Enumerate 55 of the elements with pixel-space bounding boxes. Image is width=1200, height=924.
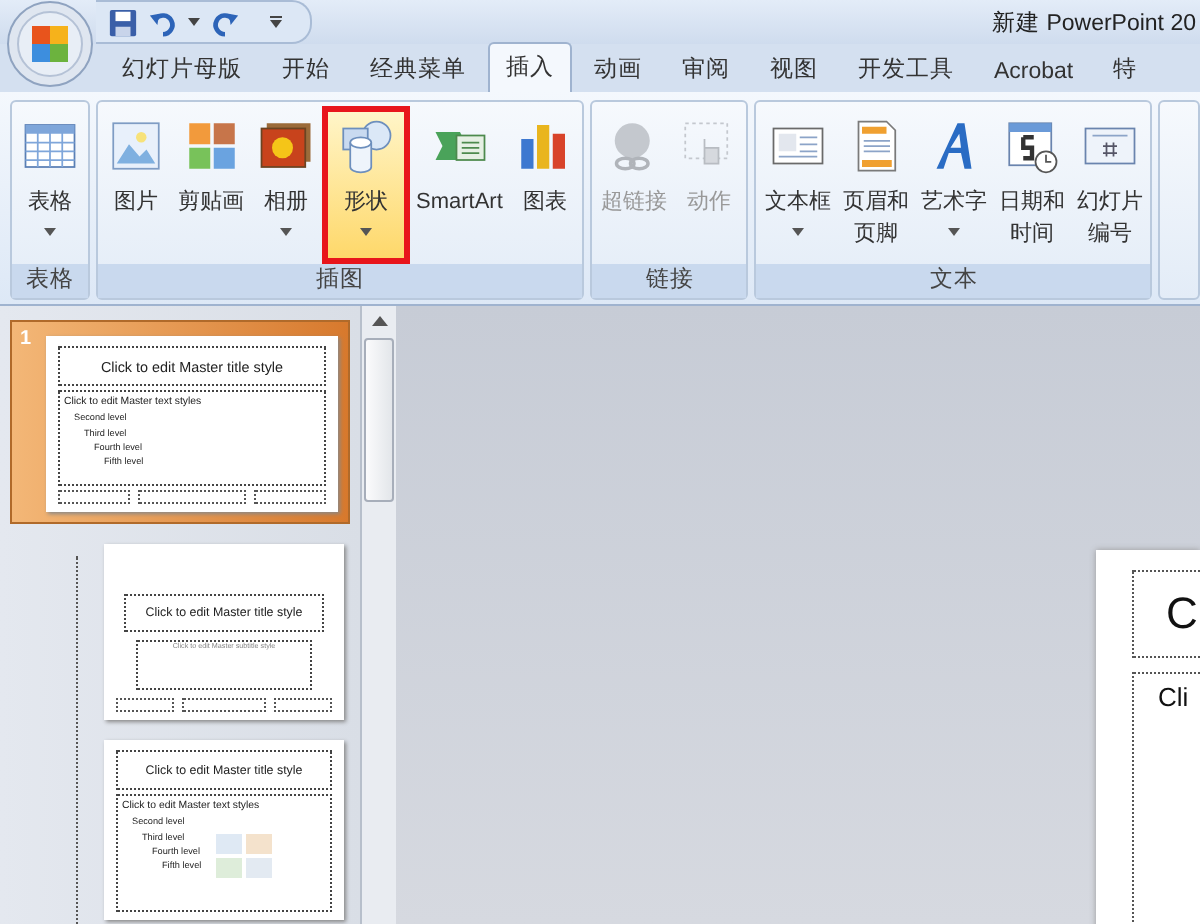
ribbon-tab[interactable]: 开发工具 bbox=[840, 46, 972, 92]
footer-placeholder bbox=[253, 490, 326, 504]
ribbon-button[interactable]: 幻灯片 编号 bbox=[1070, 106, 1149, 264]
clipart-icon bbox=[183, 118, 239, 174]
scrollbar[interactable] bbox=[360, 306, 396, 924]
caret-icon bbox=[791, 228, 804, 236]
ribbon-tab[interactable]: 幻灯片母版 bbox=[104, 46, 260, 92]
ribbon-group: 文本框 页眉和 页脚 艺术字 日期和 时间 幻灯片 编号 文本 bbox=[754, 100, 1153, 300]
dropdown-icon[interactable] bbox=[188, 18, 200, 26]
ribbon-tab[interactable]: 动画 bbox=[576, 46, 660, 92]
ribbon-group: 图片 剪贴画 相册 形状 SmartArt 图表 插图 bbox=[96, 100, 585, 300]
placeholder-title: C bbox=[1166, 588, 1198, 640]
caret-icon bbox=[44, 228, 56, 236]
ribbon-button[interactable]: 页眉和 页脚 bbox=[836, 106, 915, 264]
picture-icon bbox=[108, 118, 164, 174]
ribbon-tab[interactable]: 开始 bbox=[264, 46, 348, 92]
ribbon-button[interactable]: 艺术字 bbox=[914, 106, 993, 264]
footer-placeholder bbox=[274, 698, 332, 712]
undo-icon[interactable] bbox=[148, 7, 178, 37]
ribbon-button[interactable]: 表格 bbox=[14, 106, 86, 264]
ribbon-tab[interactable]: 视图 bbox=[752, 46, 836, 92]
ribbon-button[interactable]: 图表 bbox=[508, 106, 581, 264]
caret-icon bbox=[280, 228, 292, 236]
scroll-thumb[interactable] bbox=[364, 338, 394, 502]
ribbon-button[interactable]: 日期和 时间 bbox=[992, 106, 1071, 264]
ribbon-tab[interactable]: 插入 bbox=[488, 42, 572, 92]
redo-icon[interactable] bbox=[210, 7, 240, 37]
calendar-icon bbox=[1003, 118, 1060, 174]
footer-placeholder bbox=[58, 490, 131, 504]
photo-album-icon bbox=[258, 118, 314, 174]
ribbon-button[interactable]: 文本框 bbox=[758, 106, 837, 264]
ribbon-button[interactable]: 形状 bbox=[322, 106, 410, 264]
ribbon-group: 表格 表格 bbox=[10, 100, 90, 300]
customize-icon[interactable] bbox=[270, 16, 282, 28]
caret-icon bbox=[947, 228, 960, 236]
ribbon-button[interactable]: 相册 bbox=[250, 106, 322, 264]
scroll-up-icon[interactable] bbox=[371, 316, 387, 326]
ribbon-button[interactable]: SmartArt bbox=[410, 106, 509, 264]
ribbon-button[interactable]: 图片 bbox=[100, 106, 172, 264]
ribbon-tab[interactable]: 特 bbox=[1095, 46, 1156, 92]
window-title: 新建 PowerPoint 20 bbox=[992, 8, 1196, 37]
footer-placeholder bbox=[181, 698, 267, 712]
ribbon-tab[interactable]: 审阅 bbox=[664, 46, 748, 92]
shapes-icon bbox=[338, 118, 394, 174]
caret-icon bbox=[360, 228, 372, 236]
ribbon-button[interactable]: 剪贴画 bbox=[172, 106, 250, 264]
ribbon-tab[interactable]: Acrobat bbox=[976, 52, 1092, 92]
ribbon-group: 超链接 动作 链接 bbox=[590, 100, 749, 300]
ribbon-tab[interactable]: 经典菜单 bbox=[352, 46, 484, 92]
footer-placeholder bbox=[138, 490, 246, 504]
placeholder-text: Cli bbox=[1158, 682, 1189, 712]
table-icon bbox=[22, 118, 78, 174]
save-icon[interactable] bbox=[108, 7, 138, 37]
footer-placeholder bbox=[116, 698, 174, 712]
content-icons-drawing bbox=[214, 832, 274, 880]
